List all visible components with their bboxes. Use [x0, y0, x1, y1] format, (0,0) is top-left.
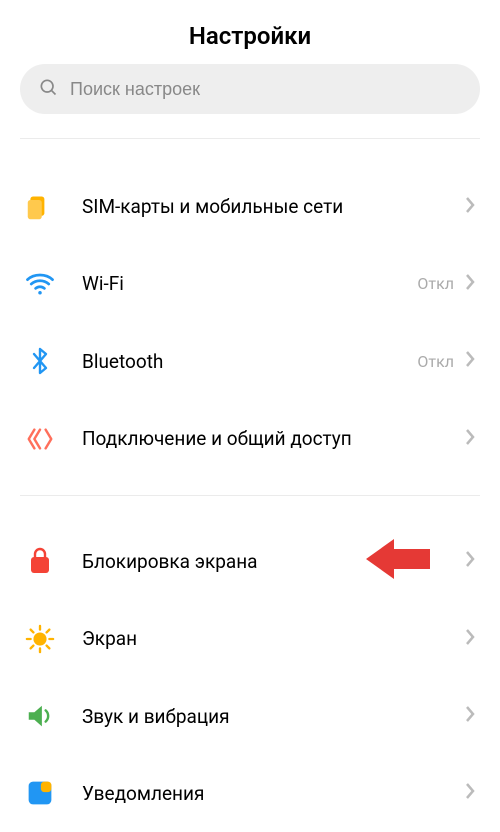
row-sound[interactable]: Звук и вибрация: [0, 677, 500, 754]
sound-icon: [24, 700, 56, 732]
row-label: Bluetooth: [82, 350, 417, 373]
row-label: Уведомления: [82, 782, 464, 805]
row-sim-cards[interactable]: SIM-карты и мобильные сети: [0, 168, 500, 245]
chevron-right-icon: [464, 196, 476, 218]
bluetooth-icon: [24, 345, 56, 377]
row-label: Подключение и общий доступ: [82, 427, 464, 450]
row-status: Откл: [417, 274, 454, 293]
notifications-icon: [24, 777, 56, 809]
row-label: Звук и вибрация: [82, 705, 464, 728]
tethering-icon: [24, 423, 56, 455]
attention-arrow-icon: [366, 537, 430, 585]
row-notifications[interactable]: Уведомления: [0, 755, 500, 832]
sim-icon: [24, 191, 56, 223]
wifi-icon: [24, 268, 56, 300]
chevron-right-icon: [464, 782, 476, 804]
chevron-right-icon: [464, 273, 476, 295]
row-lockscreen[interactable]: Блокировка экрана: [0, 523, 500, 600]
page-title: Настройки: [0, 0, 500, 64]
chevron-right-icon: [464, 550, 476, 572]
chevron-right-icon: [464, 350, 476, 372]
search-input[interactable]: [70, 79, 462, 100]
row-wifi[interactable]: Wi-Fi Откл: [0, 245, 500, 322]
row-label: SIM-карты и мобильные сети: [82, 195, 464, 218]
row-tethering[interactable]: Подключение и общий доступ: [0, 400, 500, 477]
row-bluetooth[interactable]: Bluetooth Откл: [0, 323, 500, 400]
brightness-icon: [24, 623, 56, 655]
row-label: Экран: [82, 627, 464, 650]
chevron-right-icon: [464, 628, 476, 650]
row-label: Wi-Fi: [82, 272, 417, 295]
search-icon: [38, 77, 58, 101]
chevron-right-icon: [464, 428, 476, 450]
row-display[interactable]: Экран: [0, 600, 500, 677]
lock-icon: [24, 545, 56, 577]
chevron-right-icon: [464, 705, 476, 727]
row-status: Откл: [417, 352, 454, 371]
search-input-container[interactable]: [20, 64, 480, 114]
